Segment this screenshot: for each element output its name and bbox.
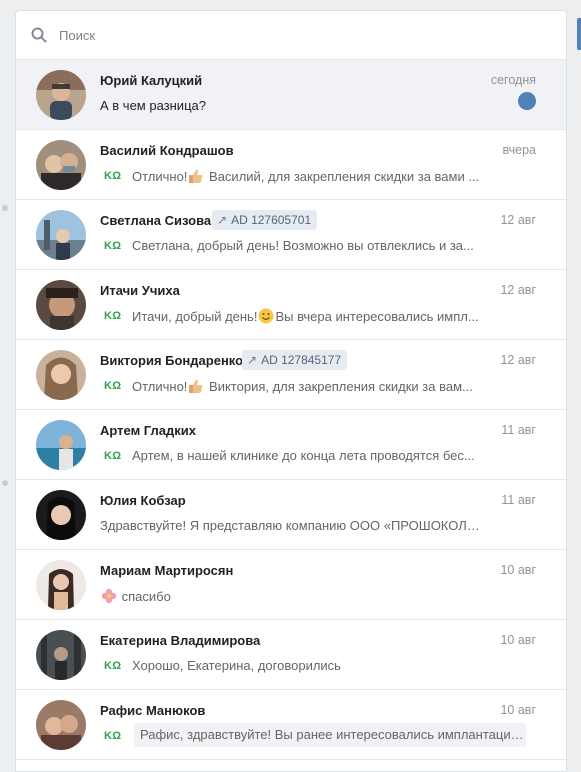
arrow-up-right-icon: ↗: [247, 353, 258, 367]
dialog-date: 10 авг: [500, 563, 536, 577]
dialog-date: 12 авг: [500, 353, 536, 367]
dialog-date: вчера: [502, 143, 536, 157]
dialog-item[interactable]: Василий Кондрашов вчера KΩ Отлично! Васи…: [16, 130, 566, 200]
smile-icon: [258, 308, 274, 324]
brand-logo-icon: KΩ: [104, 310, 122, 322]
message-preview: Отлично! Виктория, для закрепления скидк…: [132, 378, 473, 394]
avatar[interactable]: [36, 700, 86, 750]
dialogs-panel: Юрий Калуцкий сегодня А в чем разница? В…: [15, 10, 567, 772]
edge-marker: [2, 205, 8, 211]
dialog-item[interactable]: Екатерина Владимирова 10 авг KΩ Хорошо, …: [16, 620, 566, 690]
dialog-date: 11 авг: [501, 493, 536, 507]
message-preview: Артем, в нашей клинике до конца лета про…: [132, 448, 475, 463]
ad-badge[interactable]: ↗ AD 127605701: [212, 210, 318, 230]
search-icon: [31, 27, 47, 43]
dialog-item[interactable]: Светлана Сизова ↗ AD 127605701 12 авг KΩ …: [16, 200, 566, 270]
message-preview: Рафис, здравствуйте! Вы ранее интересова…: [134, 723, 526, 747]
search-input[interactable]: [57, 26, 531, 44]
dialog-date: 11 авг: [501, 423, 536, 437]
avatar[interactable]: [36, 630, 86, 680]
message-preview: Здравствуйте! Я представляю компанию ООО…: [100, 518, 480, 533]
arrow-up-right-icon: ↗: [217, 213, 228, 227]
dialog-item[interactable]: Юлия Кобзар 11 авг Здравствуйте! Я предс…: [16, 480, 566, 550]
message-preview: спасибо: [100, 588, 480, 604]
avatar[interactable]: [36, 210, 86, 260]
dialog-date: 12 авг: [500, 283, 536, 297]
message-preview: Отлично! Василий, для закрепления скидки…: [132, 168, 480, 184]
ad-badge[interactable]: ↗ AD 127845177: [242, 350, 348, 370]
avatar[interactable]: [36, 420, 86, 470]
avatar[interactable]: [36, 280, 86, 330]
contact-name: Василий Кондрашов: [100, 143, 234, 158]
dialog-item[interactable]: Рафис Манюков 10 авг KΩ Рафис, здравству…: [16, 690, 566, 760]
edge-marker: [2, 480, 8, 486]
dialog-item[interactable]: Виктория Бондаренко ↗ AD 127845177 12 авг…: [16, 340, 566, 410]
avatar[interactable]: [36, 140, 86, 190]
dialog-item[interactable]: Юрий Калуцкий сегодня А в чем разница?: [16, 60, 566, 130]
dialog-item[interactable]: Итачи Учиха 12 авг KΩ Итачи, добрый день…: [16, 270, 566, 340]
message-preview: Светлана, добрый день! Возможно вы отвле…: [132, 238, 474, 253]
contact-name: Юрий Калуцкий: [100, 73, 203, 88]
brand-logo-icon: KΩ: [104, 730, 122, 742]
dialog-date: 10 авг: [500, 633, 536, 647]
message-preview: Хорошо, Екатерина, договорились: [132, 658, 341, 673]
brand-logo-icon: KΩ: [104, 450, 122, 462]
brand-logo-icon: KΩ: [104, 380, 122, 392]
avatar[interactable]: [36, 490, 86, 540]
message-preview: Итачи, добрый день! Вы вчера интересовали…: [132, 308, 479, 324]
brand-logo-icon: KΩ: [104, 660, 122, 672]
brand-logo-icon: KΩ: [104, 240, 122, 252]
contact-name: Артем Гладких: [100, 423, 197, 438]
flower-icon: [101, 588, 117, 604]
thumbs-up-icon: [188, 168, 204, 184]
contact-name: Рафис Манюков: [100, 703, 206, 718]
dialog-item[interactable]: Артем Гладких 11 авг KΩ Артем, в нашей к…: [16, 410, 566, 480]
dialog-date: сегодня: [490, 73, 536, 87]
brand-logo-icon: KΩ: [104, 170, 122, 182]
contact-name: Мариам Мартиросян: [100, 563, 234, 578]
dialog-date: 12 авг: [500, 213, 536, 227]
search-bar: [16, 11, 566, 60]
dialog-item[interactable]: Мариам Мартиросян 10 авг спасибо: [16, 550, 566, 620]
contact-name: Екатерина Владимирова: [100, 633, 261, 648]
scroll-edge-indicator: [577, 18, 581, 50]
message-preview: А в чем разница?: [100, 98, 206, 113]
avatar[interactable]: [36, 560, 86, 610]
contact-name: Юлия Кобзар: [100, 493, 186, 508]
contact-name: Светлана Сизова: [100, 213, 212, 228]
dialog-date: 10 авг: [500, 703, 536, 717]
contact-name: Виктория Бондаренко: [100, 353, 244, 368]
contact-name: Итачи Учиха: [100, 283, 180, 298]
thumbs-up-icon: [188, 378, 204, 394]
unread-indicator: [518, 92, 536, 110]
avatar[interactable]: [36, 70, 86, 120]
avatar[interactable]: [36, 350, 86, 400]
